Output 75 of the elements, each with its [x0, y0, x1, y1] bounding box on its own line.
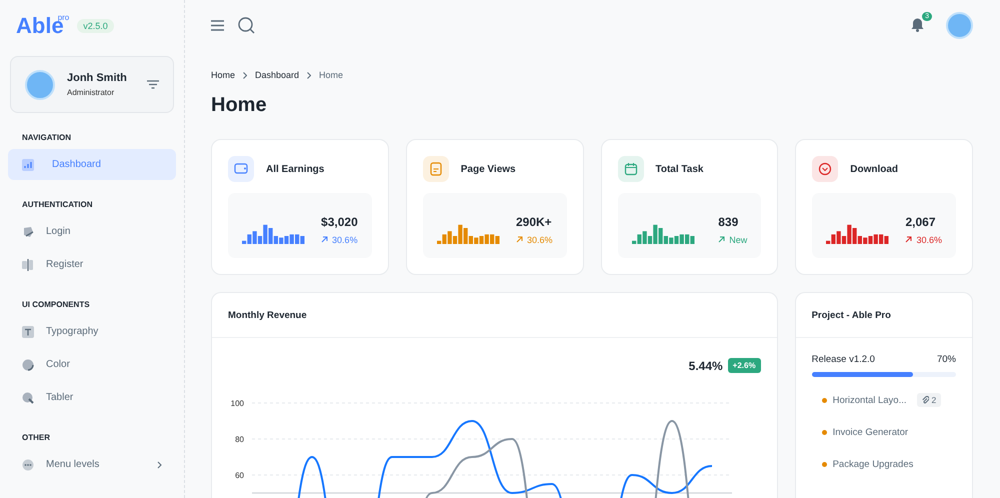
arrow-up-right-icon	[516, 236, 523, 243]
avatar	[25, 70, 55, 100]
chevron-right-icon	[243, 72, 248, 78]
stat-value: 2,067	[905, 214, 936, 228]
trend-label: New	[718, 234, 748, 244]
bar-chart-drawing	[826, 224, 890, 244]
section-heading: NAVIGATION	[21, 133, 72, 142]
bullet-dot	[822, 430, 827, 434]
section-heading: OTHER	[21, 433, 51, 442]
task-item[interactable]: Horizontal Layo...	[832, 394, 907, 406]
card-title: Download	[850, 164, 898, 174]
version-badge: v2.5.0	[77, 19, 114, 33]
card-title: Page Views	[460, 164, 516, 174]
card-title: Total Task	[656, 164, 704, 174]
paperclip-icon	[922, 396, 929, 404]
nav-item[interactable]: Typography	[8, 316, 176, 347]
document-icon	[428, 162, 443, 176]
bar-chart-drawing	[242, 224, 305, 244]
card-title: Project - Able Pro	[796, 293, 972, 338]
arrow-up-right-icon	[321, 236, 328, 243]
nav-item[interactable]: Dashboard	[8, 149, 176, 180]
menu-icon[interactable]	[211, 20, 224, 30]
trend-label: 30.6%	[321, 234, 358, 244]
nav-item[interactable]: Menu levels	[8, 449, 176, 480]
filter-icon[interactable]	[147, 80, 159, 89]
circle-icon	[22, 358, 34, 370]
wallet-icon	[234, 162, 248, 176]
calendar-icon	[624, 162, 638, 176]
breadcrumb-item[interactable]: Dashboard	[255, 70, 300, 80]
change-badge: +2.6%	[728, 358, 761, 373]
breadcrumb-item: Home	[319, 70, 344, 80]
card-title: All Earnings	[266, 164, 324, 174]
chevron-right-icon	[307, 72, 312, 78]
section-heading: UI COMPONENTS	[21, 300, 91, 309]
stat-value: 290K+	[516, 214, 552, 228]
arrow-up-right-icon	[905, 236, 912, 243]
arrow-up-right-icon	[718, 236, 726, 243]
pointer-icon	[22, 392, 34, 404]
panel-icon	[22, 258, 34, 270]
card-title: Monthly Revenue	[212, 293, 777, 338]
nav-item[interactable]: Tabler	[8, 382, 176, 413]
stat-value: $3,020	[321, 214, 358, 228]
chart-icon	[22, 158, 34, 170]
release-label: Release v1.2.0	[812, 354, 875, 365]
nav-item[interactable]: Register	[8, 249, 176, 280]
dots-icon	[22, 458, 34, 470]
stat-value: 839	[718, 214, 740, 228]
axis-tick-label: 100	[230, 399, 244, 408]
trend-label: 30.6%	[516, 234, 552, 244]
breadcrumb-item[interactable]: Home	[211, 70, 236, 80]
section-heading: AUTHENTICATION	[21, 200, 94, 209]
user-role: Administrator	[67, 88, 116, 97]
axis-tick-label: 60	[235, 471, 244, 480]
nav-item[interactable]: Login	[8, 216, 176, 247]
attachment-count: 2	[916, 393, 942, 407]
revenue-value: 5.44%	[688, 358, 723, 372]
task-item[interactable]: Invoice Generator	[832, 426, 908, 438]
bell-icon[interactable]	[911, 18, 924, 32]
search-icon[interactable]	[238, 16, 255, 34]
page-title: Home	[211, 94, 268, 117]
chevron-down-icon	[818, 162, 832, 176]
progress-percent: 70%	[936, 354, 956, 365]
bullet-dot	[822, 462, 827, 466]
task-item[interactable]: Package Upgrades	[832, 458, 914, 470]
user-name: Jonh Smith	[67, 72, 128, 84]
nav-item[interactable]: Color	[8, 349, 176, 380]
trend-label: 30.6%	[905, 234, 942, 244]
chevron-right-icon	[157, 460, 162, 468]
logo: Able$^{pro}$	[16, 14, 70, 38]
bar-chart-drawing	[632, 224, 694, 244]
text-icon	[22, 326, 34, 338]
bullet-dot	[822, 398, 827, 402]
bar-chart-drawing	[436, 224, 500, 244]
axis-tick-label: 80	[235, 435, 244, 444]
shape-icon	[22, 226, 34, 238]
